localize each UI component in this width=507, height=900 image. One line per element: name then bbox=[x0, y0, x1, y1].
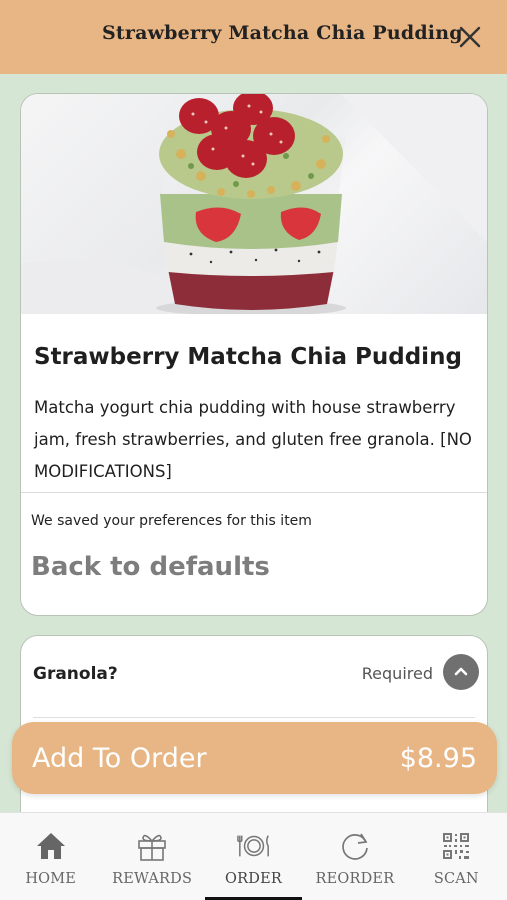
divider bbox=[21, 492, 487, 493]
back-to-defaults-link[interactable]: Back to defaults bbox=[31, 552, 270, 582]
divider bbox=[33, 717, 475, 718]
item-description: Matcha yogurt chia pudding with house st… bbox=[34, 398, 472, 481]
item-card: Strawberry Matcha Chia Pudding Matcha yo… bbox=[20, 93, 488, 616]
nav-item-reorder[interactable]: REORDER bbox=[304, 813, 405, 900]
qr-code-icon bbox=[439, 829, 473, 863]
nav-item-rewards[interactable]: REWARDS bbox=[101, 813, 202, 900]
top-header: Strawberry Matcha Chia Pudding bbox=[0, 0, 507, 74]
bottom-nav: HOME REWARDS ORDER REORDER SCAN bbox=[0, 812, 507, 900]
item-title: Strawberry Matcha Chia Pudding bbox=[34, 344, 462, 370]
nav-label: ORDER bbox=[225, 871, 282, 887]
nav-label: REORDER bbox=[315, 871, 395, 887]
plate-cutlery-icon bbox=[236, 829, 271, 863]
nav-label: HOME bbox=[25, 871, 77, 887]
nav-item-home[interactable]: HOME bbox=[0, 813, 101, 900]
collapse-option-button[interactable] bbox=[443, 654, 479, 690]
nav-item-scan[interactable]: SCAN bbox=[406, 813, 507, 900]
item-photo bbox=[21, 94, 487, 314]
nav-item-order[interactable]: ORDER bbox=[203, 813, 304, 900]
saved-preferences-text: We saved your preferences for this item bbox=[31, 513, 312, 529]
chevron-up-icon bbox=[454, 667, 468, 676]
gift-icon bbox=[135, 829, 169, 863]
pudding-cup-illustration bbox=[21, 94, 487, 314]
add-to-order-label: Add To Order bbox=[32, 742, 207, 774]
order-price: $8.95 bbox=[399, 742, 477, 774]
option-label: Granola? bbox=[33, 664, 118, 684]
reorder-icon bbox=[338, 829, 372, 863]
close-icon bbox=[459, 26, 481, 48]
home-icon bbox=[34, 829, 68, 863]
nav-label: SCAN bbox=[433, 871, 479, 887]
add-to-order-button[interactable]: Add To Order $8.95 bbox=[12, 722, 497, 794]
close-button[interactable] bbox=[455, 20, 485, 54]
required-label: Required bbox=[361, 664, 433, 683]
nav-label: REWARDS bbox=[112, 871, 193, 887]
page-title: Strawberry Matcha Chia Pudding bbox=[102, 22, 463, 44]
